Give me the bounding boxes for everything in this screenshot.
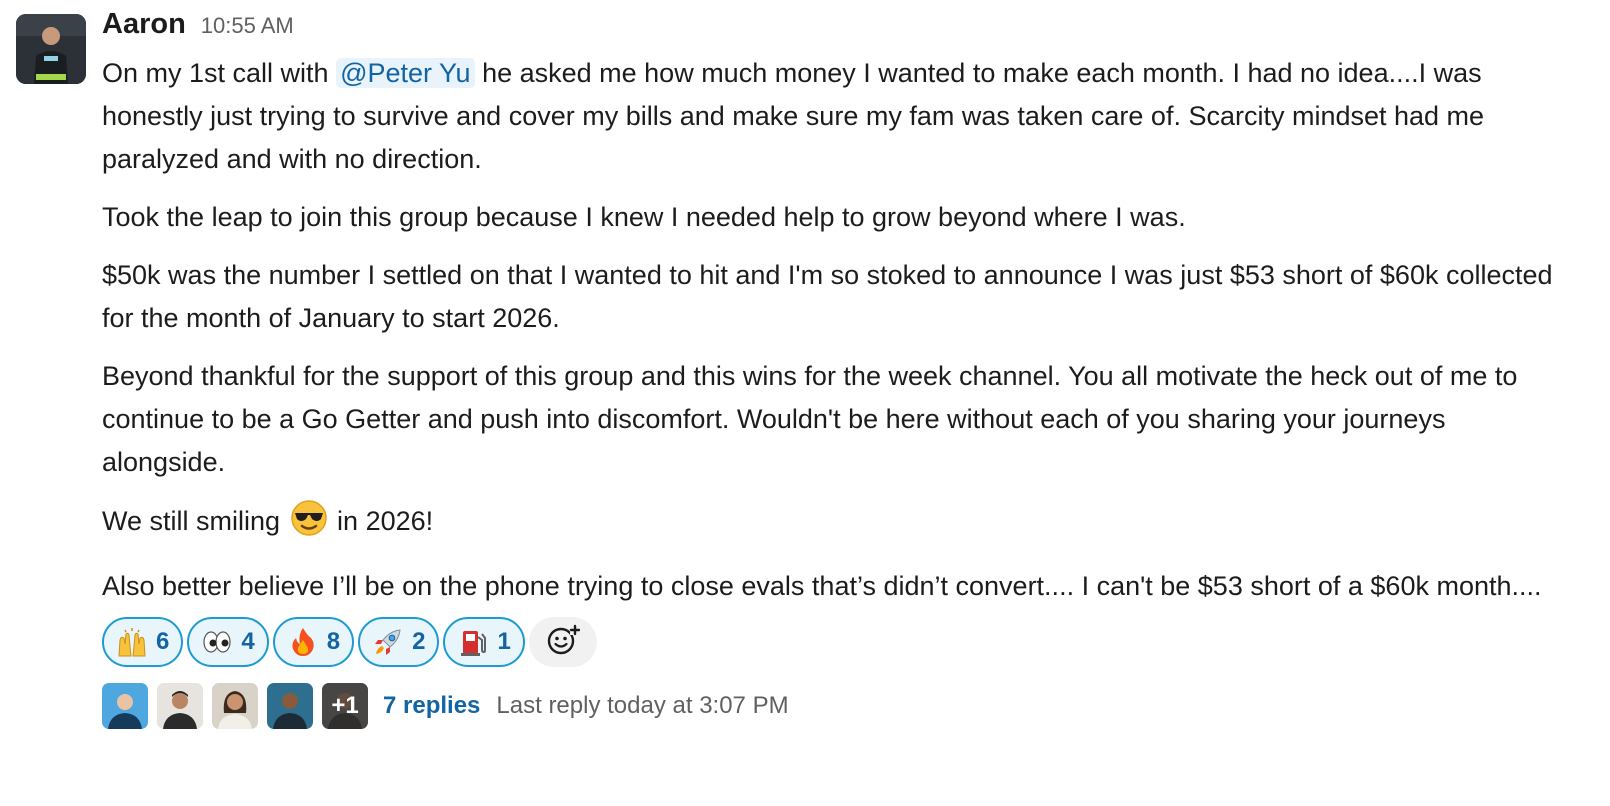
author-name[interactable]: Aaron: [102, 8, 186, 41]
reaction-fuel-pump[interactable]: 1: [443, 617, 525, 667]
thread-summary[interactable]: +1 7 replies Last reply today at 3:07 PM: [102, 681, 1572, 731]
fire-icon: [287, 626, 319, 658]
add-reaction-button[interactable]: [528, 617, 597, 667]
reaction-count: 4: [241, 628, 255, 655]
message-timestamp[interactable]: 10:55 AM: [201, 13, 294, 39]
message-content: Aaron 10:55 AM On my 1st call with @Pete…: [102, 8, 1572, 731]
paragraph-2: Took the leap to join this group because…: [102, 202, 1186, 232]
author-avatar[interactable]: [16, 14, 86, 84]
reaction-count: 2: [412, 628, 426, 655]
paragraph-1: On my 1st call with @Peter Yu he asked m…: [102, 52, 1572, 181]
reaction-rocket[interactable]: 2: [358, 617, 440, 667]
sunglasses-emoji-icon: [290, 499, 328, 550]
p5-before: We still smiling: [102, 506, 288, 536]
reactions-bar: 6 4 8 2 1: [102, 617, 1572, 669]
reaction-eyes[interactable]: 4: [187, 617, 269, 667]
paragraph-6: Also better believe I’ll be on the phone…: [102, 571, 1542, 601]
reaction-raised-hands[interactable]: 6: [102, 617, 184, 667]
reaction-fire[interactable]: 8: [272, 617, 355, 667]
message: Aaron 10:55 AM On my 1st call with @Pete…: [0, 0, 1610, 806]
rocket-icon: [372, 626, 404, 658]
message-body: On my 1st call with @Peter Yu he asked m…: [102, 52, 1572, 608]
p5-after: in 2026!: [329, 506, 434, 536]
fuel-pump-icon: [457, 626, 489, 658]
reaction-count: 1: [497, 628, 511, 655]
raised-hands-icon: [116, 626, 148, 658]
reply-avatar-3[interactable]: [212, 683, 258, 729]
eyes-icon: [201, 626, 233, 658]
replies-link[interactable]: 7 replies: [383, 692, 480, 720]
paragraph-4: Beyond thankful for the support of this …: [102, 361, 1518, 477]
reply-avatar-more[interactable]: +1: [322, 683, 368, 729]
paragraph-3: $50k was the number I settled on that I …: [102, 260, 1553, 333]
last-reply-text: Last reply today at 3:07 PM: [496, 692, 789, 719]
reply-avatar-2[interactable]: [157, 683, 203, 729]
user-mention[interactable]: @Peter Yu: [336, 58, 475, 88]
more-repliers-count: +1: [322, 683, 368, 729]
reply-avatar-1[interactable]: [102, 683, 148, 729]
message-header: Aaron 10:55 AM: [102, 8, 1572, 52]
reaction-count: 8: [326, 628, 341, 655]
paragraph-5: We still smiling in 2026!: [102, 499, 1572, 550]
reply-avatar-4[interactable]: [267, 683, 313, 729]
reaction-count: 6: [156, 628, 170, 655]
add-reaction-icon: [546, 623, 580, 662]
p1-before: On my 1st call with: [102, 58, 337, 88]
